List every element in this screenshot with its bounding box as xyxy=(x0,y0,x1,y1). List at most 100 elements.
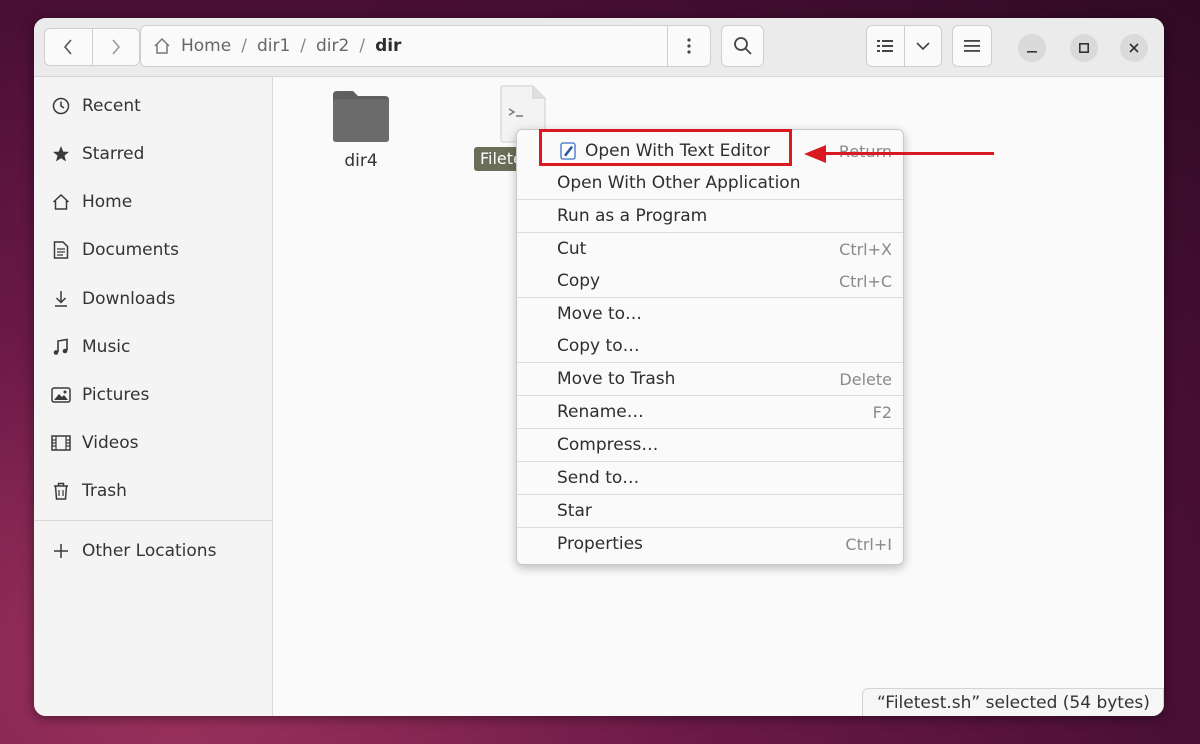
status-bar: “Filetest.sh” selected (54 bytes) xyxy=(862,688,1164,716)
file-name: dir4 xyxy=(344,151,378,171)
menu-item-copy-to[interactable]: Copy to… xyxy=(517,330,903,362)
hamburger-icon xyxy=(964,40,980,52)
selected-file-name[interactable]: Filetest.sh xyxy=(474,147,520,171)
menu-item-label: Open With Text Editor xyxy=(585,141,770,161)
menu-item-move-to[interactable]: Move to… xyxy=(517,298,903,330)
path-segment-current[interactable]: dir xyxy=(375,36,401,56)
view-options-button[interactable] xyxy=(903,26,942,66)
menu-item-label: Open With Other Application xyxy=(557,173,801,193)
menu-item-properties[interactable]: Properties Ctrl+I xyxy=(517,528,903,560)
menu-item-accelerator: Return xyxy=(838,141,892,161)
chevron-left-icon xyxy=(64,39,72,55)
search-icon xyxy=(733,37,752,55)
menu-item-copy[interactable]: Copy Ctrl+C xyxy=(517,265,903,297)
chevron-down-icon xyxy=(916,42,930,51)
menu-item-accelerator: Delete xyxy=(839,369,892,389)
sidebar-item-label: Documents xyxy=(82,240,179,260)
path-separator: / xyxy=(359,36,366,56)
music-icon xyxy=(50,338,72,356)
main-menu-button[interactable] xyxy=(952,25,992,67)
path-separator: / xyxy=(241,36,247,56)
sidebar-item-label: Trash xyxy=(82,481,127,501)
menu-item-move-to-trash[interactable]: Move to Trash Delete xyxy=(517,363,903,395)
video-icon xyxy=(50,435,72,451)
sidebar-item-trash[interactable]: Trash xyxy=(34,471,272,511)
back-button[interactable] xyxy=(45,29,92,65)
clock-icon xyxy=(50,97,72,115)
close-button[interactable] xyxy=(1120,34,1148,62)
menu-item-accelerator: Ctrl+X xyxy=(839,239,892,259)
menu-item-label: Properties xyxy=(557,534,643,554)
sidebar-item-label: Music xyxy=(82,337,131,357)
forward-button[interactable] xyxy=(91,29,140,65)
annotation-arrow-shaft xyxy=(820,152,994,155)
menu-item-accelerator: Ctrl+I xyxy=(845,534,892,554)
sidebar-item-videos[interactable]: Videos xyxy=(34,423,272,463)
menu-item-accelerator: F2 xyxy=(872,402,892,422)
path-segment-dir2[interactable]: dir2 xyxy=(316,36,349,56)
menu-item-label: Move to Trash xyxy=(557,369,676,389)
path-menu-button[interactable] xyxy=(668,25,711,67)
menu-item-run-as-program[interactable]: Run as a Program xyxy=(517,200,903,232)
navigation-buttons xyxy=(44,28,140,66)
star-icon xyxy=(50,145,72,163)
download-icon xyxy=(50,290,72,308)
menu-item-label: Send to… xyxy=(557,468,640,488)
menu-item-open-with-text-editor[interactable]: Open With Text Editor Return xyxy=(517,135,903,167)
path-bar: Home / dir1 / dir2 / dir xyxy=(140,25,668,67)
menu-item-label: Move to… xyxy=(557,304,643,324)
context-menu: Open With Text Editor Return Open With O… xyxy=(516,129,904,565)
annotation-arrow-head xyxy=(804,145,826,163)
text-editor-icon xyxy=(560,142,576,160)
sidebar-item-music[interactable]: Music xyxy=(34,327,272,367)
sidebar-item-other-locations[interactable]: Other Locations xyxy=(34,531,272,571)
folder-item[interactable]: dir4 xyxy=(329,89,393,171)
document-icon xyxy=(50,241,72,259)
sidebar-divider xyxy=(34,520,272,521)
menu-item-rename[interactable]: Rename… F2 xyxy=(517,396,903,428)
path-segment-dir1[interactable]: dir1 xyxy=(257,36,290,56)
home-icon xyxy=(50,193,72,211)
close-icon xyxy=(1129,43,1139,53)
menu-item-compress[interactable]: Compress… xyxy=(517,429,903,461)
view-buttons xyxy=(866,25,942,67)
folder-icon xyxy=(333,91,389,142)
menu-item-label: Run as a Program xyxy=(557,206,708,226)
sidebar-item-label: Starred xyxy=(82,144,145,164)
sidebar-item-documents[interactable]: Documents xyxy=(34,230,272,270)
chevron-right-icon xyxy=(112,39,120,55)
sidebar-item-home[interactable]: Home xyxy=(34,182,272,222)
sidebar-item-label: Pictures xyxy=(82,385,150,405)
path-segment-home[interactable]: Home xyxy=(181,36,231,56)
menu-item-label: Copy to… xyxy=(557,336,640,356)
sidebar-item-label: Downloads xyxy=(82,289,176,309)
maximize-button[interactable] xyxy=(1070,34,1098,62)
trash-icon xyxy=(50,482,72,500)
menu-item-label: Cut xyxy=(557,239,587,259)
sidebar-item-label: Home xyxy=(82,192,133,212)
menu-item-label: Rename… xyxy=(557,402,644,422)
sidebar-item-downloads[interactable]: Downloads xyxy=(34,279,272,319)
minimize-icon xyxy=(1027,51,1037,53)
menu-item-label: Compress… xyxy=(557,435,659,455)
plus-icon xyxy=(50,543,72,559)
list-view-icon xyxy=(877,40,894,52)
menu-item-open-with-other-application[interactable]: Open With Other Application xyxy=(517,167,903,199)
menu-item-send-to[interactable]: Send to… xyxy=(517,462,903,494)
picture-icon xyxy=(50,387,72,403)
sidebar-item-pictures[interactable]: Pictures xyxy=(34,375,272,415)
minimize-button[interactable] xyxy=(1018,34,1046,62)
menu-item-star[interactable]: Star xyxy=(517,495,903,527)
menu-item-label: Copy xyxy=(557,271,601,291)
sidebar-item-label: Videos xyxy=(82,433,139,453)
sidebar-item-recent[interactable]: Recent xyxy=(34,86,272,126)
search-button[interactable] xyxy=(721,25,764,67)
sidebar-item-starred[interactable]: Starred xyxy=(34,134,272,174)
list-view-button[interactable] xyxy=(867,26,904,66)
path-separator: / xyxy=(300,36,306,56)
vertical-dots-icon xyxy=(687,38,691,54)
header-bar: Home / dir1 / dir2 / dir xyxy=(34,18,1164,77)
menu-item-cut[interactable]: Cut Ctrl+X xyxy=(517,233,903,265)
sidebar: Recent Starred Home Documents Downloads … xyxy=(34,77,273,716)
menu-item-accelerator: Ctrl+C xyxy=(838,271,892,291)
